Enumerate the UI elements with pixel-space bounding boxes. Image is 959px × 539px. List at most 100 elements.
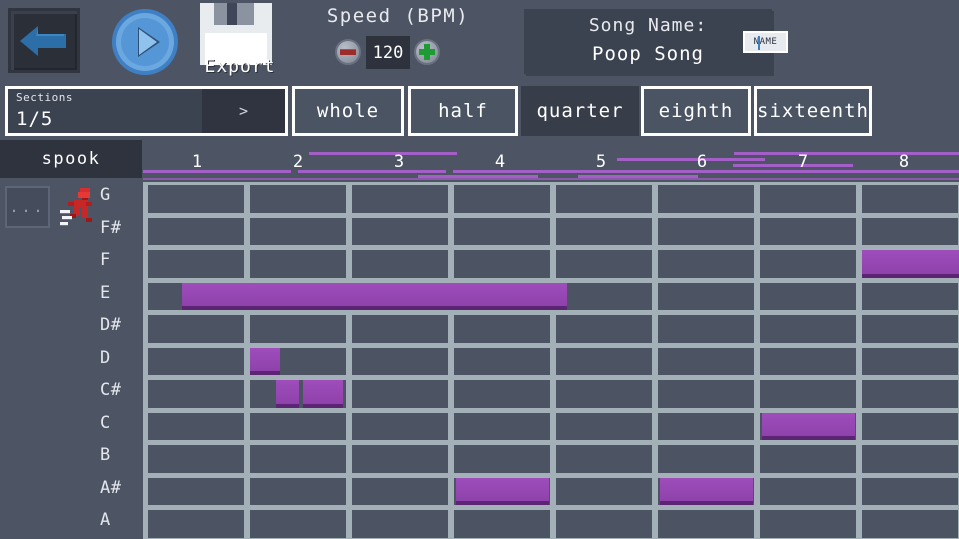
grid-cell[interactable]: [352, 445, 448, 473]
note-length-quarter-button[interactable]: quarter: [521, 86, 639, 136]
grid-cell[interactable]: [760, 380, 856, 408]
grid-cell[interactable]: [454, 250, 550, 278]
grid-cell[interactable]: [148, 380, 244, 408]
grid-cell[interactable]: [250, 413, 346, 441]
grid-cell[interactable]: [352, 315, 448, 343]
grid-cell[interactable]: [454, 185, 550, 213]
grid-cell[interactable]: [556, 218, 652, 246]
grid-cell[interactable]: [862, 445, 958, 473]
grid-cell[interactable]: [148, 348, 244, 376]
grid-cell[interactable]: [862, 413, 958, 441]
grid-cell[interactable]: [556, 315, 652, 343]
grid-cell[interactable]: [556, 380, 652, 408]
grid-cell[interactable]: [148, 315, 244, 343]
grid-cell[interactable]: [760, 218, 856, 246]
grid-cell[interactable]: [352, 250, 448, 278]
grid-cell[interactable]: [556, 185, 652, 213]
grid-cell[interactable]: [250, 445, 346, 473]
grid-cell[interactable]: [148, 413, 244, 441]
grid-cell[interactable]: [148, 510, 244, 538]
grid-cell[interactable]: [760, 283, 856, 311]
grid-cell[interactable]: [760, 315, 856, 343]
grid-cell[interactable]: [556, 445, 652, 473]
grid-cell[interactable]: [250, 510, 346, 538]
bpm-decrease-button[interactable]: [335, 39, 361, 65]
grid-cell[interactable]: [352, 185, 448, 213]
running-figure-icon[interactable]: [60, 188, 94, 226]
note-length-whole-button[interactable]: whole: [292, 86, 404, 136]
timeline-ruler[interactable]: 12345678: [143, 140, 959, 182]
grid-cell[interactable]: [454, 380, 550, 408]
grid-cell[interactable]: [862, 380, 958, 408]
grid-cell[interactable]: [352, 510, 448, 538]
grid-cell[interactable]: [556, 250, 652, 278]
grid-cell[interactable]: [250, 478, 346, 506]
grid-cell[interactable]: [556, 413, 652, 441]
grid-cell[interactable]: [760, 185, 856, 213]
grid-cell[interactable]: [658, 250, 754, 278]
back-button[interactable]: [8, 8, 80, 73]
grid-cell[interactable]: [658, 185, 754, 213]
grid-cell[interactable]: [352, 413, 448, 441]
grid-cell[interactable]: [250, 315, 346, 343]
grid-cell[interactable]: [556, 348, 652, 376]
grid-cell[interactable]: [556, 510, 652, 538]
grid-cell[interactable]: [352, 218, 448, 246]
grid-cell[interactable]: [862, 510, 958, 538]
grid-cell[interactable]: [250, 218, 346, 246]
note-E-long[interactable]: [182, 283, 568, 311]
grid-cell[interactable]: [148, 250, 244, 278]
grid-cell[interactable]: [862, 315, 958, 343]
grid-cell[interactable]: [352, 478, 448, 506]
grid-cell[interactable]: [862, 478, 958, 506]
note-F-m8[interactable]: [862, 250, 959, 278]
grid-cell[interactable]: [760, 478, 856, 506]
note-length-sixteenth-button[interactable]: sixteenth: [754, 86, 872, 136]
grid-cell[interactable]: [148, 185, 244, 213]
rename-song-button[interactable]: NAME: [743, 31, 788, 53]
grid-cell[interactable]: [760, 250, 856, 278]
export-button[interactable]: Export: [196, 3, 284, 81]
note-length-half-button[interactable]: half: [408, 86, 518, 136]
note-Csharp-a[interactable]: [276, 380, 300, 408]
bpm-increase-button[interactable]: [414, 39, 440, 65]
grid-cell[interactable]: [760, 510, 856, 538]
grid-cell[interactable]: [454, 510, 550, 538]
note-C-m7[interactable]: [762, 413, 855, 441]
grid-cell[interactable]: [658, 283, 754, 311]
note-D-m2[interactable]: [250, 348, 280, 376]
note-Asharp-m4[interactable]: [456, 478, 549, 506]
grid-cell[interactable]: [658, 445, 754, 473]
note-Asharp-m6[interactable]: [660, 478, 753, 506]
grid-cell[interactable]: [862, 348, 958, 376]
sections-selector[interactable]: Sections 1/5 >: [5, 86, 288, 136]
grid-cell[interactable]: [862, 283, 958, 311]
grid-cell[interactable]: [658, 510, 754, 538]
grid-cell[interactable]: [454, 445, 550, 473]
grid-cell[interactable]: [454, 413, 550, 441]
track-options-button[interactable]: ...: [5, 186, 50, 228]
grid-cell[interactable]: [148, 478, 244, 506]
note-Csharp-b[interactable]: [303, 380, 343, 408]
grid-cell[interactable]: [352, 380, 448, 408]
grid-cell[interactable]: [556, 283, 652, 311]
grid-cell[interactable]: [658, 348, 754, 376]
grid-cell[interactable]: [658, 218, 754, 246]
grid-cell[interactable]: [148, 445, 244, 473]
grid-cell[interactable]: [250, 185, 346, 213]
grid-cell[interactable]: [250, 250, 346, 278]
grid-cell[interactable]: [148, 218, 244, 246]
grid-cell[interactable]: [862, 185, 958, 213]
grid-cell[interactable]: [658, 380, 754, 408]
play-button[interactable]: [110, 7, 180, 77]
piano-roll-grid[interactable]: [143, 182, 959, 539]
grid-cell[interactable]: [454, 315, 550, 343]
grid-cell[interactable]: [454, 218, 550, 246]
grid-cell[interactable]: [760, 445, 856, 473]
grid-cell[interactable]: [862, 218, 958, 246]
grid-cell[interactable]: [352, 348, 448, 376]
bpm-value-box[interactable]: 120: [366, 36, 410, 69]
track-name-box[interactable]: spook: [0, 140, 142, 178]
grid-cell[interactable]: [556, 478, 652, 506]
grid-cell[interactable]: [658, 315, 754, 343]
